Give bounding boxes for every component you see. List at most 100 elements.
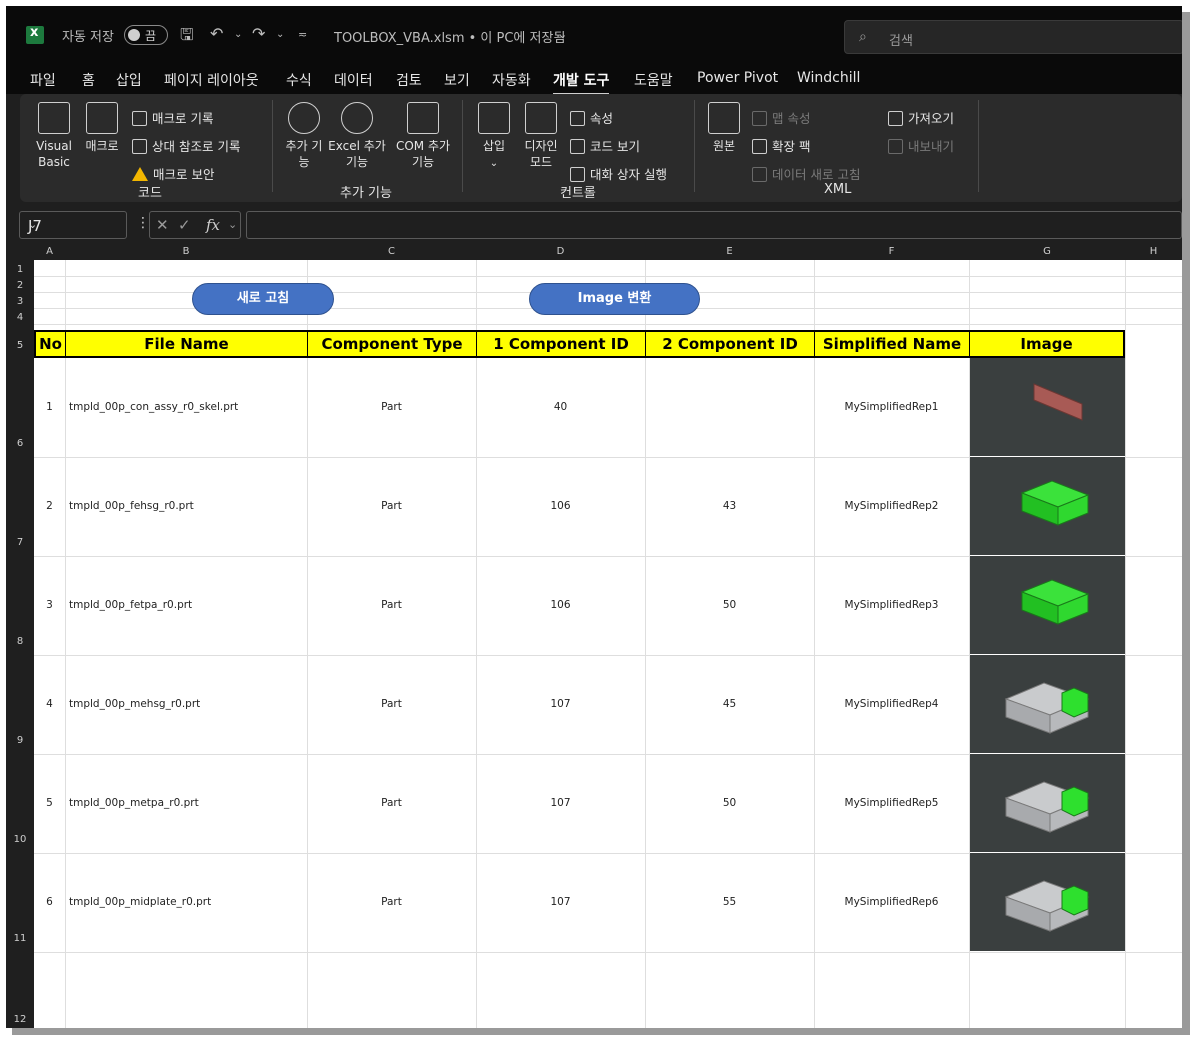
row-header[interactable]: 10 <box>6 834 34 845</box>
cell-file-name[interactable]: tmpld_00p_con_assy_r0_skel.prt <box>69 401 238 413</box>
cell-file-name[interactable]: tmpld_00p_midplate_r0.prt <box>69 896 211 908</box>
cell-file-name[interactable]: tmpld_00p_mehsg_r0.prt <box>69 698 200 710</box>
more-options-icon[interactable]: ⋮ <box>136 215 150 231</box>
enter-check-icon[interactable]: ✓ <box>178 216 191 234</box>
undo-dropdown-icon[interactable]: ⌄ <box>234 29 242 40</box>
cell-simplified-name[interactable]: MySimplifiedRep4 <box>814 698 969 710</box>
cell-no[interactable]: 4 <box>34 698 65 710</box>
tab-review[interactable]: 검토 <box>396 70 422 90</box>
part-thumbnail-image[interactable] <box>970 754 1125 852</box>
visual-basic-button[interactable]: Visual Basic <box>32 102 76 170</box>
cell-component-type[interactable]: Part <box>307 500 476 512</box>
cell-component-id-1[interactable]: 107 <box>476 797 645 809</box>
refresh-data-button[interactable]: 데이터 새로 고침 <box>752 164 860 183</box>
insert-function-icon[interactable]: fx <box>206 216 220 234</box>
refresh-button[interactable]: 새로 고침 <box>192 283 334 315</box>
cell-simplified-name[interactable]: MySimplifiedRep6 <box>814 896 969 908</box>
row-header[interactable]: 4 <box>6 312 34 323</box>
cell-file-name[interactable]: tmpld_00p_fetpa_r0.prt <box>69 599 192 611</box>
tab-page-layout[interactable]: 페이지 레이아웃 <box>164 70 259 90</box>
tab-formulas[interactable]: 수식 <box>286 70 312 90</box>
autosave-toggle[interactable]: 끔 <box>124 25 168 45</box>
column-header-f[interactable]: F <box>814 246 969 257</box>
tab-view[interactable]: 보기 <box>444 70 470 90</box>
cell-component-type[interactable]: Part <box>307 797 476 809</box>
addins-button[interactable]: 추가 기능 <box>282 102 326 170</box>
export-button[interactable]: 내보내기 <box>888 136 954 155</box>
row-header[interactable]: 8 <box>6 636 34 647</box>
cell-component-id-2[interactable]: 50 <box>645 599 814 611</box>
macro-security-button[interactable]: 매크로 보안 <box>132 164 214 183</box>
tab-help[interactable]: 도움말 <box>634 70 673 90</box>
tab-automate[interactable]: 자동화 <box>492 70 531 90</box>
run-dialog-button[interactable]: 대화 상자 실행 <box>570 164 667 183</box>
part-thumbnail-image[interactable] <box>970 655 1125 753</box>
cell-component-id-2[interactable]: 55 <box>645 896 814 908</box>
properties-button[interactable]: 속성 <box>570 108 613 127</box>
column-header-b[interactable]: B <box>65 246 307 257</box>
row-header[interactable]: 11 <box>6 933 34 944</box>
expansion-packs-button[interactable]: 확장 팩 <box>752 136 810 155</box>
part-thumbnail-image[interactable] <box>970 358 1125 456</box>
undo-icon[interactable]: ↶ <box>210 24 223 43</box>
cell-component-id-1[interactable]: 107 <box>476 698 645 710</box>
chevron-down-icon[interactable]: ⌄ <box>228 218 237 231</box>
column-header-h[interactable]: H <box>1125 246 1182 257</box>
cell-simplified-name[interactable]: MySimplifiedRep5 <box>814 797 969 809</box>
excel-addins-button[interactable]: Excel 추가 기능 <box>326 102 388 170</box>
row-header[interactable]: 2 <box>6 280 34 291</box>
cell-component-type[interactable]: Part <box>307 401 476 413</box>
macro-button[interactable]: 매크로 <box>82 102 122 154</box>
cell-component-id-2[interactable]: 45 <box>645 698 814 710</box>
worksheet-grid[interactable]: 새로 고침 Image 변환 No File Name Component Ty… <box>34 260 1182 1028</box>
cell-component-type[interactable]: Part <box>307 599 476 611</box>
cell-simplified-name[interactable]: MySimplifiedRep1 <box>814 401 969 413</box>
view-code-button[interactable]: 코드 보기 <box>570 136 640 155</box>
column-header-g[interactable]: G <box>969 246 1125 257</box>
relative-reference-button[interactable]: 상대 참조로 기록 <box>132 136 240 155</box>
cell-no[interactable]: 2 <box>34 500 65 512</box>
cancel-icon[interactable]: ✕ <box>156 216 169 234</box>
name-box[interactable]: J7 ⌄ <box>19 211 127 239</box>
column-header-c[interactable]: C <box>307 246 476 257</box>
part-thumbnail-image[interactable] <box>970 457 1125 555</box>
column-header-d[interactable]: D <box>476 246 645 257</box>
design-mode-button[interactable]: 디자인 모드 <box>518 102 564 170</box>
map-properties-button[interactable]: 맵 속성 <box>752 108 810 127</box>
search-box[interactable]: ⌕ 검색 <box>844 20 1182 54</box>
cell-no[interactable]: 6 <box>34 896 65 908</box>
cell-file-name[interactable]: tmpld_00p_fehsg_r0.prt <box>69 500 194 512</box>
cell-file-name[interactable]: tmpld_00p_metpa_r0.prt <box>69 797 199 809</box>
part-thumbnail-image[interactable] <box>970 853 1125 951</box>
cell-no[interactable]: 1 <box>34 401 65 413</box>
tab-data[interactable]: 데이터 <box>334 70 373 90</box>
cell-component-id-2[interactable]: 50 <box>645 797 814 809</box>
cell-component-id-2[interactable]: 43 <box>645 500 814 512</box>
part-thumbnail-image[interactable] <box>970 556 1125 654</box>
document-title[interactable]: TOOLBOX_VBA.xlsm • 이 PC에 저장됨 <box>334 27 565 46</box>
com-addins-button[interactable]: COM 추가 기능 <box>392 102 454 170</box>
cell-no[interactable]: 3 <box>34 599 65 611</box>
column-header-e[interactable]: E <box>645 246 814 257</box>
cell-component-type[interactable]: Part <box>307 698 476 710</box>
cell-component-type[interactable]: Part <box>307 896 476 908</box>
formula-input[interactable] <box>246 211 1182 239</box>
cell-no[interactable]: 5 <box>34 797 65 809</box>
redo-dropdown-icon[interactable]: ⌄ <box>276 29 284 40</box>
row-header[interactable]: 3 <box>6 296 34 307</box>
insert-control-button[interactable]: 삽입 ⌄ <box>472 102 516 172</box>
customize-toolbar-icon[interactable]: ≂ <box>298 28 307 41</box>
tab-insert[interactable]: 삽입 <box>116 70 142 90</box>
row-header[interactable]: 1 <box>6 264 34 275</box>
cell-component-id-1[interactable]: 107 <box>476 896 645 908</box>
cell-component-id-1[interactable]: 106 <box>476 500 645 512</box>
cell-component-id-1[interactable]: 40 <box>476 401 645 413</box>
cell-component-id-1[interactable]: 106 <box>476 599 645 611</box>
row-header[interactable]: 9 <box>6 735 34 746</box>
save-icon[interactable]: 🖫 <box>180 24 194 51</box>
row-header[interactable]: 12 <box>6 1014 34 1025</box>
tab-windchill[interactable]: Windchill <box>797 70 860 86</box>
tab-developer[interactable]: 개발 도구 <box>553 70 610 96</box>
record-macro-button[interactable]: 매크로 기록 <box>132 108 213 127</box>
tab-power-pivot[interactable]: Power Pivot <box>697 70 778 86</box>
